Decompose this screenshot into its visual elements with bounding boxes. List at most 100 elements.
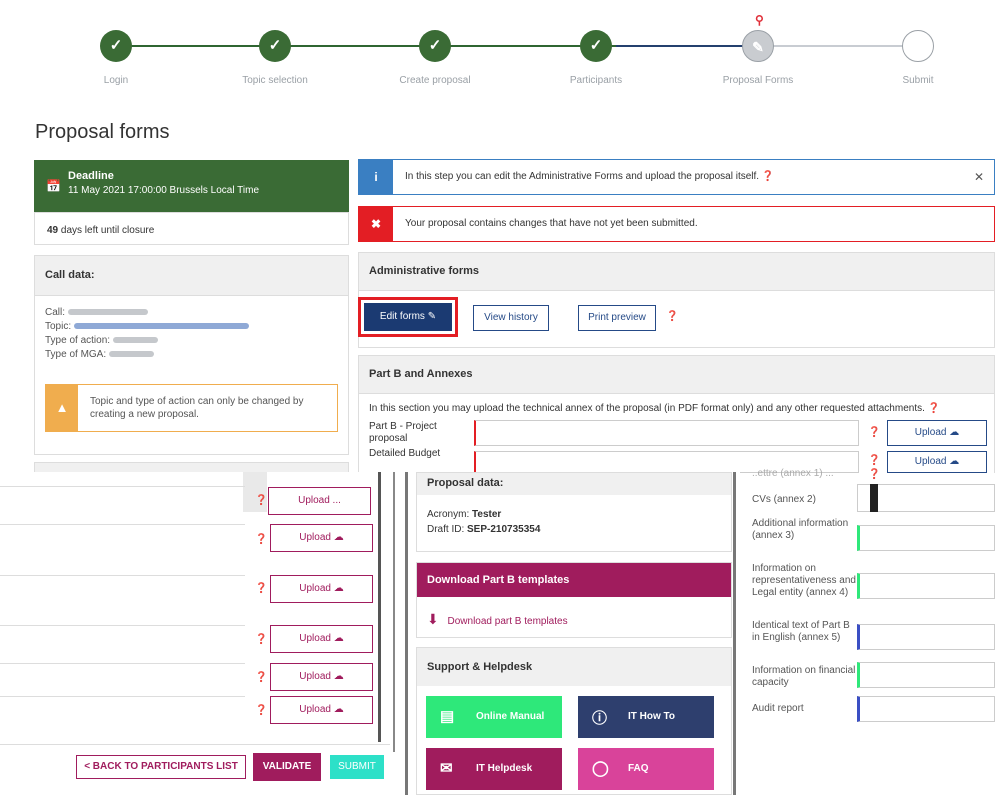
edit-forms-highlight: Edit forms ✎ <box>358 297 458 337</box>
help-icon[interactable]: ❓ <box>255 672 267 683</box>
upload-button-overlap[interactable]: Upload ... <box>268 487 371 515</box>
annex-bar-cvs <box>870 484 878 512</box>
it-how-to-tile[interactable]: ⓘ IT How To <box>578 696 714 738</box>
download-icon: ⬇ <box>427 611 439 627</box>
stepper-line-done <box>116 45 616 47</box>
step-topic-check-icon: ✓ <box>259 30 291 62</box>
help-icon[interactable]: ❓ <box>255 495 267 506</box>
step-label-login: Login <box>103 75 129 86</box>
deadline-box: 📅 Deadline 11 May 2021 17:00:00 Brussels… <box>34 160 349 212</box>
submit-button[interactable]: SUBMIT <box>330 755 384 779</box>
sidebar-divider <box>405 472 408 795</box>
step-login-check-icon: ✓ <box>100 30 132 62</box>
view-history-button[interactable]: View history <box>473 305 549 331</box>
warning-text: Topic and type of action can only be cha… <box>90 396 304 420</box>
step-create-check-icon: ✓ <box>419 30 451 62</box>
days-text: days left until closure <box>60 225 155 236</box>
upload-button-3[interactable]: Upload ☁ <box>270 625 373 653</box>
deadline-date: 11 May 2021 17:00:00 Brussels Local Time <box>68 185 260 196</box>
step-label-submit: Submit <box>902 75 934 86</box>
annex-field-identical[interactable] <box>857 624 995 650</box>
step-submit-icon <box>902 30 934 62</box>
error-alert: ✖ Your proposal contains changes that ha… <box>358 206 995 242</box>
proposal-data-title: Proposal data: <box>417 473 731 495</box>
error-alert-text: Your proposal contains changes that have… <box>405 218 698 229</box>
annex-field-additional[interactable] <box>857 525 995 551</box>
it-helpdesk-tile[interactable]: ✉ IT Helpdesk <box>426 748 562 790</box>
help-icon[interactable]: ❓ <box>666 311 678 322</box>
online-manual-tile[interactable]: ▤ Online Manual <box>426 696 562 738</box>
upload-button-4[interactable]: Upload ☁ <box>270 663 373 691</box>
type-mga-label: Type of MGA: <box>45 349 107 360</box>
annex-label-representativeness: Information on representativeness and Le… <box>752 563 856 598</box>
faq-tile[interactable]: ◯ FAQ <box>578 748 714 790</box>
upload-button-5[interactable]: Upload ☁ <box>270 696 373 724</box>
error-x-icon: ✖ <box>359 207 393 241</box>
step-label-create: Create proposal <box>399 75 471 86</box>
help-icon[interactable]: ❓ <box>255 634 267 645</box>
topic-value-redacted[interactable] <box>73 323 249 330</box>
upload-button-1[interactable]: Upload ☁ <box>270 524 373 552</box>
info-icon: ⓘ <box>592 710 608 727</box>
upload-row <box>0 575 245 576</box>
help-icon[interactable]: ❓ <box>255 534 267 545</box>
upload-row <box>0 625 245 626</box>
annex-label-additional: Additional information (annex 3) <box>752 518 849 541</box>
close-icon[interactable]: ✕ <box>974 170 984 184</box>
call-data-panel: Call data: Call: Topic: Type of action: … <box>34 255 349 455</box>
type-action-label: Type of action: <box>45 335 111 346</box>
part-b-title: Part B and Annexes <box>359 356 994 394</box>
stepper-line-todo <box>758 45 918 47</box>
annex-field-financial[interactable] <box>857 662 995 688</box>
topic-row: Topic: <box>45 320 348 334</box>
book-icon: ▤ <box>440 708 455 725</box>
type-action-redacted <box>112 337 158 344</box>
help-icon[interactable]: ❓ <box>868 469 880 480</box>
help-icon[interactable]: ❓ <box>868 455 880 466</box>
annex-field-representativeness[interactable] <box>857 573 995 599</box>
question-icon: ◯ <box>592 760 609 777</box>
upload-budget-button[interactable]: Upload ☁ <box>887 451 987 473</box>
upload-row <box>0 663 245 664</box>
step-forms-pencil-icon: ✎ <box>742 30 774 62</box>
annex-label-identical: Identical text of Part B in English (ann… <box>752 620 850 643</box>
part-b-project-label: Part B - Project proposal <box>369 421 437 444</box>
annex-label-cvs: CVs (annex 2) <box>752 494 816 505</box>
pencil-icon: ✎ <box>427 311 437 322</box>
back-to-participants-button[interactable]: < BACK TO PARTICIPANTS LIST <box>76 755 246 779</box>
mail-icon: ✉ <box>440 760 453 777</box>
draft-id-row: Draft ID: SEP-210735354 <box>427 524 541 535</box>
help-icon[interactable]: ❓ <box>255 583 267 594</box>
edit-forms-button[interactable]: Edit forms ✎ <box>364 303 452 331</box>
overlay-shade <box>243 472 267 512</box>
calendar-icon: 📅 <box>46 179 61 193</box>
info-icon: i <box>359 160 393 194</box>
step-participants-check-icon: ✓ <box>580 30 612 62</box>
annex-label-audit: Audit report <box>752 703 804 714</box>
print-preview-button[interactable]: Print preview <box>578 305 656 331</box>
help-icon[interactable]: ❓ <box>868 427 880 438</box>
step-label-topic: Topic selection <box>242 75 308 86</box>
warning-icon: ▲ <box>46 385 78 431</box>
admin-forms-title: Administrative forms <box>359 253 994 291</box>
download-templates-link[interactable]: ⬇ Download part B templates <box>427 611 731 628</box>
type-mga-redacted <box>108 351 154 358</box>
step-label-participants: Participants <box>569 75 623 86</box>
info-alert-text: In this step you can edit the Administra… <box>405 171 775 182</box>
overlay-divider <box>393 472 395 752</box>
days-count: 49 <box>47 225 59 236</box>
support-title: Support & Helpdesk <box>417 648 731 686</box>
upload-button-2[interactable]: Upload ☁ <box>270 575 373 603</box>
part-b-project-field[interactable] <box>474 420 859 446</box>
call-row: Call: <box>45 306 348 320</box>
help-icon[interactable]: ❓ <box>255 705 267 716</box>
overlay-divider <box>378 472 381 742</box>
upload-part-b-button[interactable]: Upload ☁ <box>887 420 987 446</box>
upload-row <box>0 524 245 525</box>
footer-divider <box>0 744 390 745</box>
acronym-row: Acronym: Tester <box>427 509 502 520</box>
stepper-line-active <box>616 45 758 47</box>
info-alert: i In this step you can edit the Administ… <box>358 159 995 195</box>
annex-field-audit[interactable] <box>857 696 995 722</box>
validate-button[interactable]: VALIDATE <box>253 753 321 781</box>
